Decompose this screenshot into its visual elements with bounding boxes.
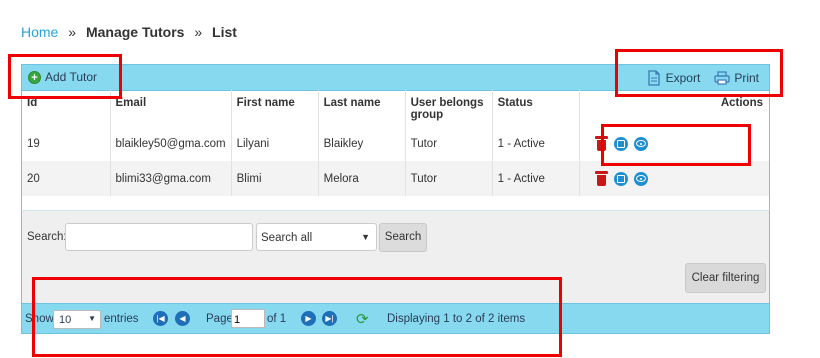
column-header-group[interactable]: User belongs group: [405, 90, 493, 126]
filter-panel: Search: Search all ▼ Search Clear filter…: [21, 210, 770, 303]
pagination-bar: Show 10 ▼ entries |◀ ◀ Page of 1 ▶ ▶| ⟳ …: [21, 303, 770, 334]
cell-status: 1 - Active: [492, 126, 580, 161]
add-tutor-button[interactable]: + Add Tutor: [28, 70, 97, 84]
cell-group: Tutor: [405, 161, 493, 196]
cell-email: blaikley50@gma.com: [110, 126, 232, 161]
view-eye-icon[interactable]: [633, 171, 648, 186]
tutors-grid: Id Email First name Last name User belon…: [21, 90, 770, 210]
cell-id: 20: [22, 161, 111, 196]
cell-first-name: Blimi: [231, 161, 319, 196]
cell-actions: [579, 161, 769, 196]
breadcrumb: Home » Manage Tutors » List: [21, 24, 237, 40]
print-label: Print: [734, 71, 759, 85]
table-row[interactable]: 20 blimi33@gma.com Blimi Melora Tutor 1 …: [22, 161, 769, 196]
search-scope-value: Search all: [261, 232, 313, 244]
cell-email: blimi33@gma.com: [110, 161, 232, 196]
export-document-icon: [647, 70, 660, 86]
print-button[interactable]: Print: [714, 70, 759, 86]
cell-group: Tutor: [405, 126, 493, 161]
tutors-table: Id Email First name Last name User belon…: [22, 90, 769, 196]
column-header-first-name[interactable]: First name: [231, 90, 319, 126]
caret-down-icon: ▼: [88, 314, 96, 323]
delete-trash-icon[interactable]: [594, 171, 608, 186]
view-eye-icon[interactable]: [633, 136, 648, 151]
cell-status: 1 - Active: [492, 161, 580, 196]
last-page-icon[interactable]: ▶|: [322, 311, 337, 326]
breadcrumb-current: List: [212, 24, 237, 40]
printer-icon: [714, 71, 730, 85]
cell-first-name: Lilyani: [231, 126, 319, 161]
plus-circle-icon: +: [28, 70, 41, 84]
add-tutor-label: Add Tutor: [45, 70, 98, 84]
table-header-row: Id Email First name Last name User belon…: [22, 90, 769, 126]
search-label: Search:: [27, 231, 67, 243]
grid-toolbar: + Add Tutor Export Print: [21, 64, 770, 91]
page-number-input[interactable]: [231, 309, 265, 328]
search-input[interactable]: [65, 223, 253, 251]
page-label: Page: [206, 313, 233, 325]
column-header-email[interactable]: Email: [110, 90, 232, 126]
column-header-actions: Actions: [720, 97, 763, 109]
caret-down-icon: ▼: [361, 232, 370, 242]
search-button[interactable]: Search: [379, 223, 427, 252]
page-size-select[interactable]: 10 ▼: [53, 310, 101, 329]
export-label: Export: [665, 71, 701, 85]
column-header-id[interactable]: Id: [22, 90, 111, 126]
cell-last-name: Melora: [318, 161, 406, 196]
search-scope-select[interactable]: Search all ▼: [256, 223, 377, 251]
cell-last-name: Blaikley: [318, 126, 406, 161]
cell-id: 19: [22, 126, 111, 161]
first-page-icon[interactable]: |◀: [153, 311, 168, 326]
display-status-text: Displaying 1 to 2 of 2 items: [387, 313, 526, 325]
refresh-icon[interactable]: ⟳: [356, 310, 369, 328]
show-label: Show: [25, 313, 54, 325]
breadcrumb-separator: »: [194, 24, 203, 40]
breadcrumb-section[interactable]: Manage Tutors: [86, 24, 185, 40]
page-of-label: of 1: [267, 313, 287, 325]
entries-label: entries: [104, 313, 139, 325]
export-button[interactable]: Export: [646, 70, 701, 86]
edit-icon[interactable]: [613, 171, 628, 186]
next-page-icon[interactable]: ▶: [301, 311, 316, 326]
clear-filtering-button[interactable]: Clear filtering: [685, 263, 766, 293]
table-row[interactable]: 19 blaikley50@gma.com Lilyani Blaikley T…: [22, 126, 769, 161]
page-size-value: 10: [59, 314, 72, 326]
breadcrumb-home-link[interactable]: Home: [21, 24, 58, 40]
previous-page-icon[interactable]: ◀: [175, 311, 190, 326]
column-header-last-name[interactable]: Last name: [318, 90, 406, 126]
edit-icon[interactable]: [613, 136, 628, 151]
column-header-status[interactable]: Status: [492, 90, 580, 126]
breadcrumb-separator: »: [68, 24, 77, 40]
cell-actions: [579, 126, 769, 161]
delete-trash-icon[interactable]: [594, 136, 608, 151]
